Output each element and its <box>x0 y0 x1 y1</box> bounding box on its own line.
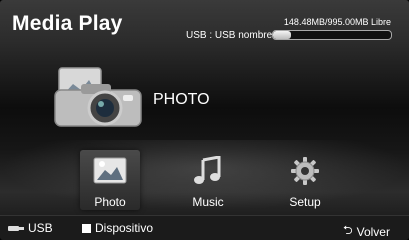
usb-button-label: USB <box>28 221 53 235</box>
device-button[interactable]: Dispositivo <box>82 221 153 235</box>
return-icon: ⮌ <box>343 223 353 237</box>
gear-icon <box>291 157 319 185</box>
photo-icon <box>93 157 127 184</box>
square-icon <box>82 223 91 233</box>
usb-icon <box>8 225 24 231</box>
storage-usage-text: 148.48MB/995.00MB Libre <box>283 17 391 27</box>
menu-item-label: Setup <box>289 195 321 209</box>
storage-usage-bar <box>272 30 392 40</box>
camera-photo-icon <box>54 67 142 127</box>
music-note-icon <box>194 156 221 184</box>
back-button-label: Volver <box>356 224 390 239</box>
back-button[interactable]: ⮌ Volver <box>343 221 390 240</box>
usb-button[interactable]: USB <box>8 221 53 235</box>
usb-device-name: USB : USB nombre <box>186 30 273 41</box>
menu-item-photo[interactable]: Photo <box>80 150 140 210</box>
menu-item-setup[interactable]: Setup <box>275 150 335 210</box>
media-play-screen: Media Play USB : USB nombre 148.48MB/995… <box>0 0 409 240</box>
device-button-label: Dispositivo <box>95 221 154 235</box>
menu-item-music[interactable]: Music <box>178 150 238 210</box>
storage-usage-fill <box>273 31 291 39</box>
app-title: Media Play <box>12 12 123 35</box>
menu-item-label: Photo <box>94 195 126 209</box>
footer-bar: USB Dispositivo ⮌ Volver <box>0 215 409 240</box>
hero-label: PHOTO <box>153 91 210 108</box>
menu-item-label: Music <box>192 195 224 209</box>
